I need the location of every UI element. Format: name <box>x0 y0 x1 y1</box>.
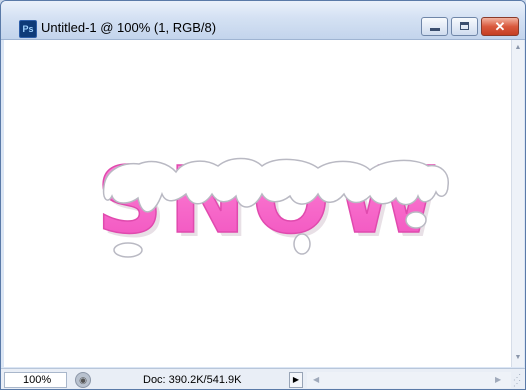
close-button[interactable]: ✕ <box>481 17 519 36</box>
photoshop-icon: Ps <box>19 20 37 38</box>
minimize-button[interactable] <box>421 17 448 36</box>
status-menu-arrow-icon[interactable]: ▶ <box>289 372 303 388</box>
vertical-scrollbar[interactable]: ▲ ▼ <box>511 40 524 367</box>
document-window: Ps Untitled-1 @ 100% (1, RGB/8) ✕ SNOW S… <box>0 0 526 390</box>
maximize-icon <box>460 22 469 30</box>
status-info-button[interactable]: ◉ <box>75 372 91 388</box>
scroll-right-icon[interactable]: ▶ <box>495 372 501 388</box>
title-bar[interactable]: Ps Untitled-1 @ 100% (1, RGB/8) ✕ <box>1 1 525 40</box>
scroll-left-icon[interactable]: ◀ <box>313 372 319 388</box>
resize-grip-icon[interactable]: ⋰ ⋰ <box>513 374 523 388</box>
maximize-button[interactable] <box>451 17 478 36</box>
document-size-info: Doc: 390.2K/541.9K <box>143 374 242 386</box>
close-icon: ✕ <box>494 19 506 34</box>
scroll-up-icon[interactable]: ▲ <box>512 42 524 54</box>
document-canvas[interactable]: SNOW SNOW <box>4 40 511 367</box>
scroll-down-icon[interactable]: ▼ <box>512 352 524 364</box>
window-title: Untitled-1 @ 100% (1, RGB/8) <box>41 20 217 35</box>
minimize-icon <box>430 28 440 31</box>
snow-artwork: SNOW SNOW <box>96 146 449 258</box>
horizontal-scrollbar[interactable]: ◀ ▶ <box>307 372 511 388</box>
status-bar: 100% ◉ Doc: 390.2K/541.9K ▶ ◀ ▶ ⋰ ⋰ <box>1 368 525 389</box>
zoom-level-field[interactable]: 100% <box>4 372 67 388</box>
